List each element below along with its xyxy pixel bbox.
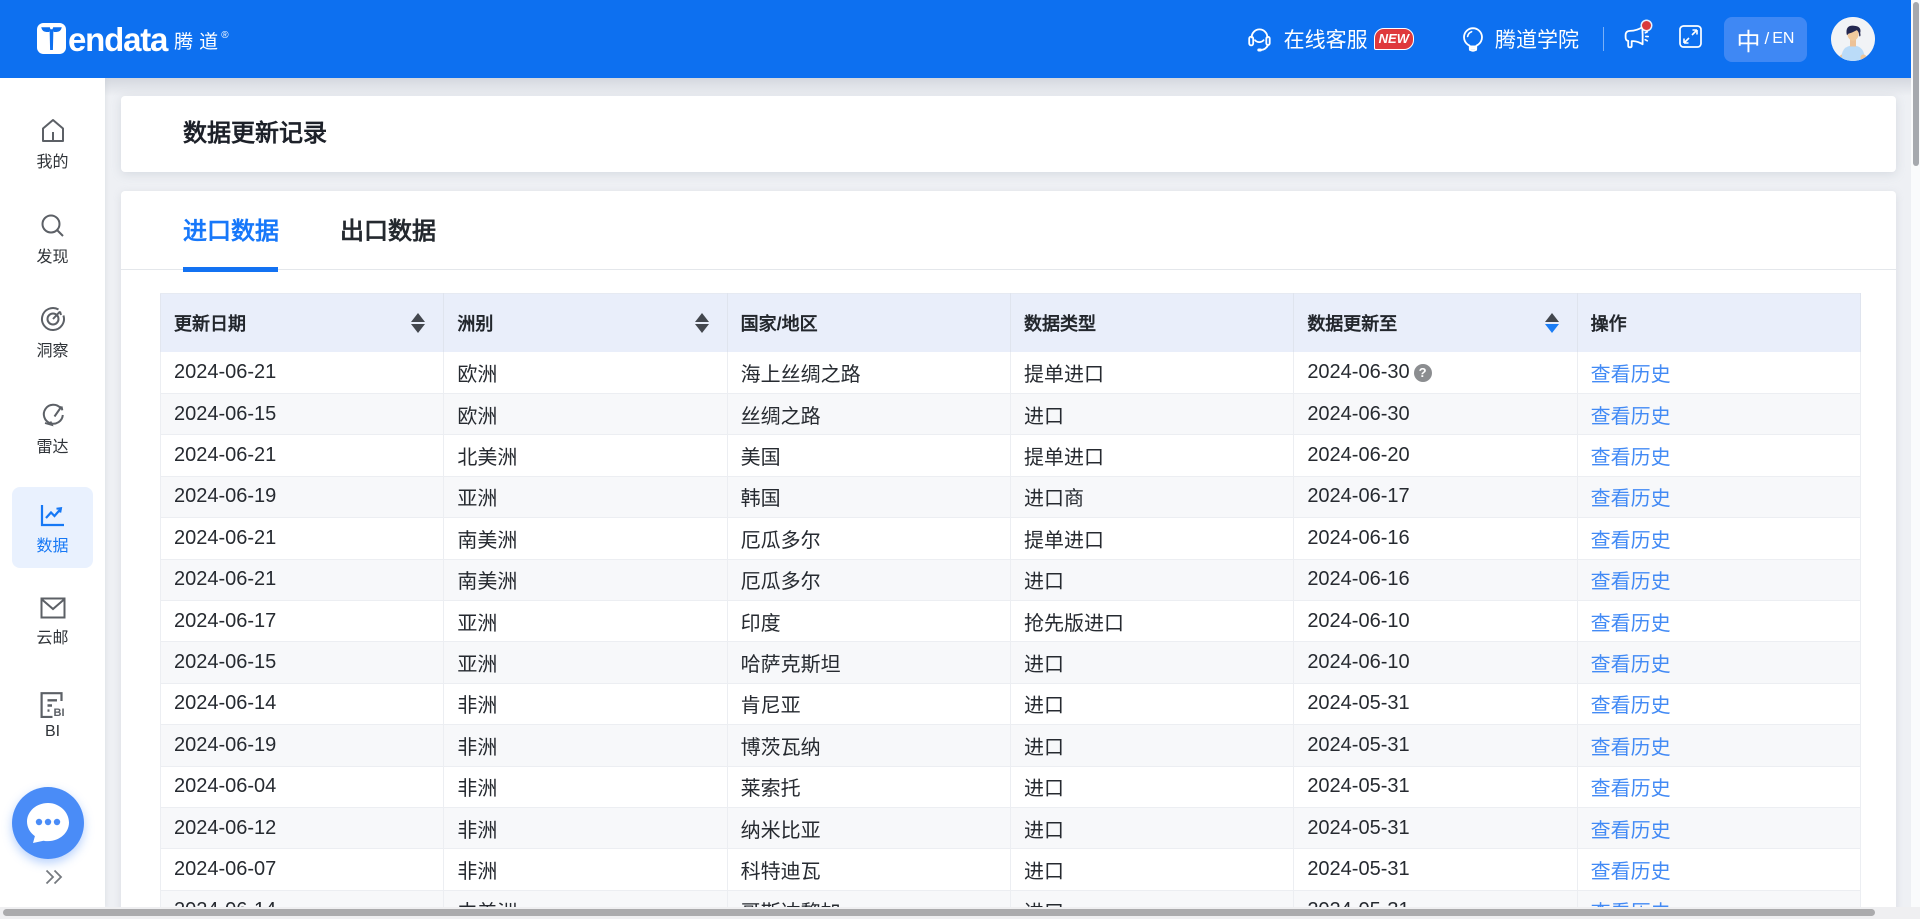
svg-text:BI: BI [54,707,65,718]
